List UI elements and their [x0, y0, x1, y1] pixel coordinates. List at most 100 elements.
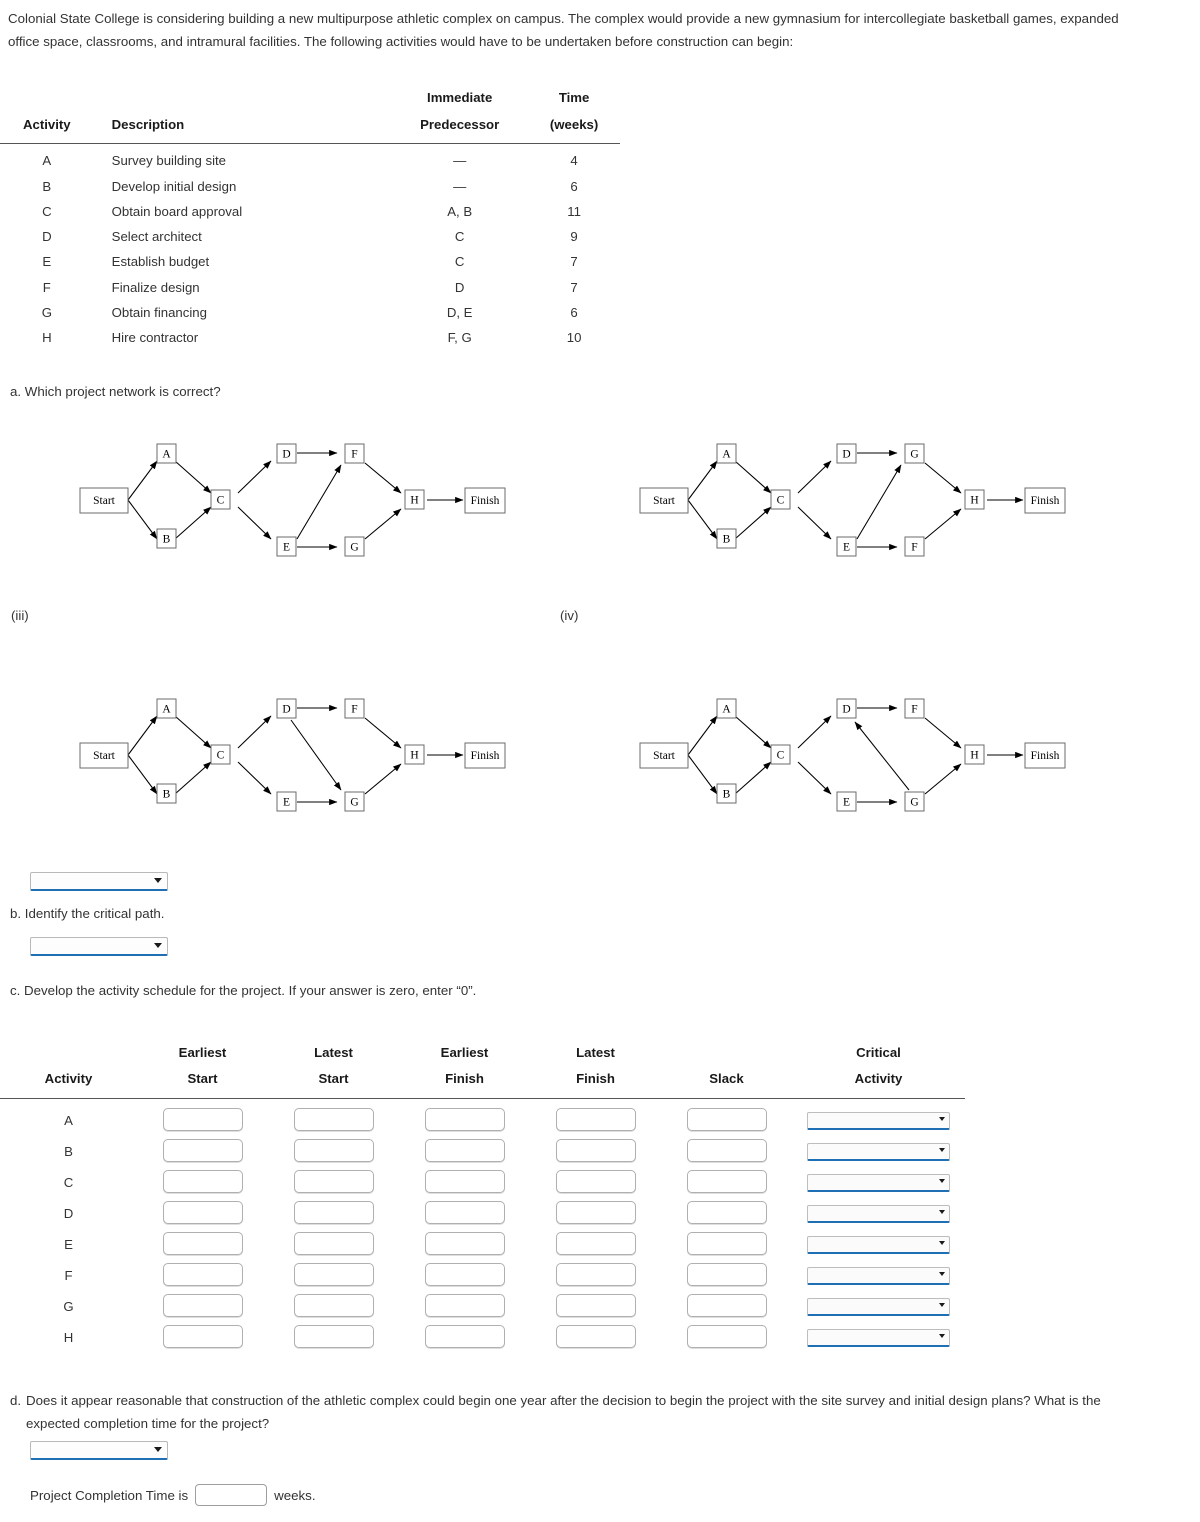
earliest-finish-input[interactable]	[424, 1231, 505, 1255]
answer-a-dropdown[interactable]	[30, 872, 168, 891]
critical-activity-dropdown[interactable]	[807, 1235, 950, 1254]
earliest-start-input[interactable]	[162, 1138, 243, 1162]
chevron-down-icon	[939, 1178, 945, 1183]
critical-activity-dropdown[interactable]	[807, 1142, 950, 1161]
slack-input[interactable]	[686, 1107, 767, 1131]
earliest-finish-input[interactable]	[424, 1293, 505, 1317]
cell-earliest-finish	[399, 1167, 530, 1198]
cell-activity: A	[42, 153, 52, 169]
latest-start-input[interactable]	[293, 1231, 374, 1255]
earliest-finish-input[interactable]	[424, 1169, 505, 1193]
cell-time: 6	[570, 178, 578, 194]
cell-earliest-finish	[399, 1291, 530, 1322]
latest-start-input[interactable]	[293, 1107, 374, 1131]
latest-finish-input[interactable]	[555, 1293, 636, 1317]
critical-activity-dropdown[interactable]	[807, 1173, 950, 1192]
earliest-start-input[interactable]	[162, 1169, 243, 1193]
latest-start-input[interactable]	[293, 1169, 374, 1193]
node-f-label: F	[351, 704, 357, 716]
earliest-start-input[interactable]	[162, 1200, 243, 1224]
node-b-label: B	[163, 789, 171, 801]
latest-finish-input[interactable]	[555, 1169, 636, 1193]
header-predecessor: Predecessor	[391, 112, 529, 145]
schedule-header-earliest-finish-line1: Earliest	[440, 1045, 489, 1060]
earliest-start-input[interactable]	[162, 1231, 243, 1255]
schedule-row-activity: D	[63, 1206, 74, 1222]
activity-table: Immediate Time Activity Description Pred…	[0, 85, 620, 351]
earliest-start-input[interactable]	[162, 1107, 243, 1131]
network-diagram-ii[interactable]: Start A B C D E G F H Finish	[635, 425, 1155, 595]
table-row: C	[0, 1167, 965, 1198]
critical-activity-dropdown[interactable]	[807, 1204, 950, 1223]
schedule-header-latest-start-line2: Start	[268, 1065, 399, 1100]
latest-finish-input[interactable]	[555, 1200, 636, 1224]
latest-finish-input[interactable]	[555, 1262, 636, 1286]
critical-activity-dropdown[interactable]	[807, 1111, 950, 1130]
slack-input[interactable]	[686, 1324, 767, 1348]
earliest-finish-input[interactable]	[424, 1262, 505, 1286]
completion-time-input[interactable]	[195, 1484, 268, 1506]
question-c-text: c. Develop the activity schedule for the…	[10, 983, 477, 998]
cell-slack	[661, 1229, 792, 1260]
node-d-label: D	[282, 704, 290, 716]
question-a-text: a. Which project network is correct?	[10, 384, 221, 399]
answer-b-dropdown[interactable]	[30, 937, 168, 956]
latest-finish-input[interactable]	[555, 1107, 636, 1131]
earliest-finish-input[interactable]	[424, 1138, 505, 1162]
latest-start-input[interactable]	[293, 1293, 374, 1317]
latest-start-input[interactable]	[293, 1200, 374, 1224]
latest-start-input[interactable]	[293, 1138, 374, 1162]
slack-input[interactable]	[686, 1169, 767, 1193]
network-diagram-iii[interactable]: Start A B C D E F G H Finish	[75, 680, 595, 850]
latest-finish-input[interactable]	[555, 1138, 636, 1162]
critical-activity-dropdown[interactable]	[807, 1297, 950, 1316]
slack-input[interactable]	[686, 1293, 767, 1317]
slack-input[interactable]	[686, 1138, 767, 1162]
cell-time: 11	[567, 203, 581, 219]
node-finish-label: Finish	[1031, 750, 1060, 762]
earliest-start-input[interactable]	[162, 1262, 243, 1286]
latest-start-input[interactable]	[293, 1324, 374, 1348]
answer-d-dropdown[interactable]	[30, 1441, 168, 1460]
earliest-start-input[interactable]	[162, 1324, 243, 1348]
slack-input[interactable]	[686, 1200, 767, 1224]
earliest-finish-input[interactable]	[424, 1200, 505, 1224]
cell-slack	[661, 1198, 792, 1229]
cell-description: Finalize design	[111, 279, 200, 295]
schedule-table-head: Earliest Latest Earliest Latest Critical…	[0, 1040, 965, 1100]
schedule-header-row-2: Activity Start Start Finish Finish Slack…	[0, 1065, 965, 1100]
node-e-label: E	[843, 797, 850, 809]
chevron-down-icon	[939, 1116, 945, 1121]
node-g-label: G	[350, 797, 358, 809]
cell-description: Develop initial design	[111, 178, 237, 194]
schedule-row-activity: A	[64, 1113, 73, 1129]
cell-predecessor: F, G	[447, 330, 472, 346]
critical-activity-dropdown[interactable]	[807, 1266, 950, 1285]
network-diagram-iv[interactable]: Start A B C D E F G H Finish	[635, 680, 1155, 850]
critical-activity-dropdown[interactable]	[807, 1328, 950, 1347]
node-d-label: D	[842, 449, 850, 461]
node-b-label: B	[723, 789, 731, 801]
slack-input[interactable]	[686, 1262, 767, 1286]
earliest-finish-input[interactable]	[424, 1107, 505, 1131]
cell-predecessor: C	[454, 254, 465, 270]
network-diagram-i[interactable]: Start A B C D E F G H Finish	[75, 425, 595, 595]
earliest-finish-input[interactable]	[424, 1324, 505, 1348]
latest-finish-input[interactable]	[555, 1231, 636, 1255]
earliest-start-input[interactable]	[162, 1293, 243, 1317]
latest-start-input[interactable]	[293, 1262, 374, 1286]
schedule-row-activity: C	[63, 1175, 74, 1191]
node-c-label: C	[217, 750, 225, 762]
cell-activity: C	[42, 203, 52, 219]
cell-latest-finish	[530, 1291, 661, 1322]
cell-earliest-finish	[399, 1322, 530, 1353]
cell-earliest-finish	[399, 1198, 530, 1229]
node-a-label: A	[722, 704, 731, 716]
node-finish-label: Finish	[471, 495, 500, 507]
network-label-iii: (iii)	[11, 608, 29, 623]
schedule-header-earliest-start-line2: Start	[137, 1065, 268, 1100]
cell-predecessor: D	[454, 279, 465, 295]
latest-finish-input[interactable]	[555, 1324, 636, 1348]
cell-earliest-finish	[399, 1136, 530, 1167]
slack-input[interactable]	[686, 1231, 767, 1255]
